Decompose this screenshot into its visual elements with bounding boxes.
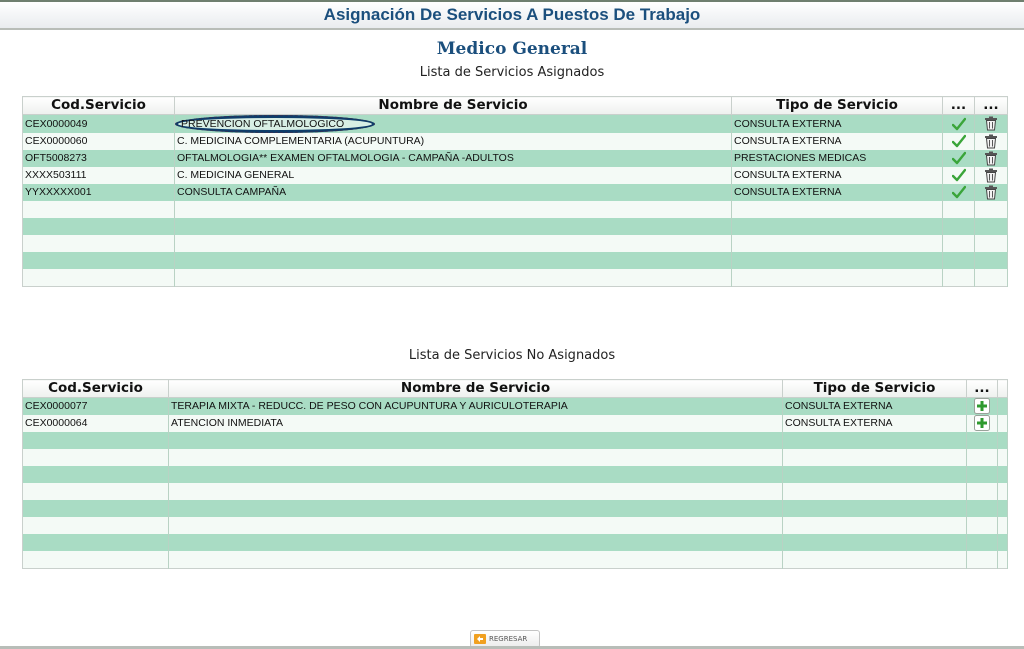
delete-cell [974,167,1008,184]
job-position-title: Medico General [436,39,588,59]
confirm-cell [942,184,975,201]
page: Asignación De Servicios A Puestos De Tra… [0,0,1024,649]
empty-row [22,517,1008,534]
empty-row [22,483,1008,500]
service-type-cell: CONSULTA EXTERNA [731,167,943,184]
add-cell [966,415,998,432]
scrollbar-gutter [997,379,1008,398]
table-row[interactable]: XXXX503111 C. MEDICINA GENERAL CONSULTA … [22,167,1008,184]
column-header-action-delete: ... [974,96,1008,115]
check-icon[interactable] [951,185,966,199]
service-code-cell: CEX0000049 [22,114,175,133]
check-icon[interactable] [951,134,966,148]
service-type-cell: CONSULTA EXTERNA [731,114,943,133]
confirm-cell [942,133,975,150]
empty-row [22,500,1008,517]
service-code-cell: CEX0000060 [22,133,175,150]
column-header-code: Cod.Servicio [22,379,169,398]
column-header-type: Tipo de Servicio [731,96,943,115]
service-name-cell[interactable]: PREVENCION OFTALMOLOGICO [174,114,732,133]
check-icon[interactable] [951,117,966,131]
add-cell [966,397,998,415]
table-row[interactable]: CEX0000064 ATENCION INMEDIATA CONSULTA E… [22,415,1008,432]
delete-cell [974,184,1008,201]
empty-row [22,235,1008,252]
service-code-cell: OFT5008273 [22,150,175,167]
service-code-cell: CEX0000077 [22,397,169,415]
service-type-cell: CONSULTA EXTERNA [782,415,967,432]
delete-cell [974,114,1008,133]
scrollbar-gutter-cell [997,415,1008,432]
empty-row [22,201,1008,218]
column-header-action-add: ... [966,379,998,398]
empty-row [22,449,1008,466]
service-type-cell: PRESTACIONES MEDICAS [731,150,943,167]
trash-icon[interactable] [984,185,998,200]
trash-icon[interactable] [984,134,998,149]
add-icon[interactable] [974,415,990,432]
table-row[interactable]: CEX0000077 TERAPIA MIXTA - REDUCC. DE PE… [22,397,1008,415]
empty-row [22,218,1008,235]
table-row[interactable]: OFT5008273 OFTALMOLOGIA** EXAMEN OFTALMO… [22,150,1008,167]
unassigned-header-row: Cod.Servicio Nombre de Servicio Tipo de … [22,379,1008,398]
back-arrow-icon [474,634,486,644]
page-title: Asignación De Servicios A Puestos De Tra… [323,5,701,24]
empty-row [22,269,1008,287]
unassigned-list-caption: Lista de Servicios No Asignados [408,348,616,363]
assigned-header-row: Cod.Servicio Nombre de Servicio Tipo de … [22,96,1008,115]
empty-row [22,551,1008,569]
scrollbar-gutter-cell [997,397,1008,415]
service-code-cell: CEX0000064 [22,415,169,432]
check-icon[interactable] [951,168,966,182]
assigned-list-caption: Lista de Servicios Asignados [419,65,605,80]
table-row[interactable]: CEX0000049 PREVENCION OFTALMOLOGICO CONS… [22,114,1008,133]
empty-row [22,534,1008,551]
service-name-cell: CONSULTA CAMPAÑA [174,184,732,201]
column-header-code: Cod.Servicio [22,96,175,115]
header-bar: Asignación De Servicios A Puestos De Tra… [0,0,1024,30]
confirm-cell [942,167,975,184]
service-name-cell: C. MEDICINA GENERAL [174,167,732,184]
column-header-name: Nombre de Servicio [174,96,732,115]
service-name-cell: ATENCION INMEDIATA [168,415,783,432]
empty-row [22,252,1008,269]
service-code-cell: XXXX503111 [22,167,175,184]
service-name-cell: OFTALMOLOGIA** EXAMEN OFTALMOLOGIA - CAM… [174,150,732,167]
column-header-action-confirm: ... [942,96,975,115]
back-button-label: REGRESAR [489,635,528,643]
confirm-cell [942,114,975,133]
confirm-cell [942,150,975,167]
selected-service-name[interactable]: PREVENCION OFTALMOLOGICO [175,115,376,133]
table-row[interactable]: CEX0000060 C. MEDICINA COMPLEMENTARIA (A… [22,133,1008,150]
empty-row [22,432,1008,449]
table-row[interactable]: YYXXXXX001 CONSULTA CAMPAÑA CONSULTA EXT… [22,184,1008,201]
trash-icon[interactable] [984,151,998,166]
trash-icon[interactable] [984,116,998,131]
service-name-cell: C. MEDICINA COMPLEMENTARIA (ACUPUNTURA) [174,133,732,150]
delete-cell [974,150,1008,167]
trash-icon[interactable] [984,168,998,183]
check-icon[interactable] [951,151,966,165]
unassigned-services-table: Cod.Servicio Nombre de Servicio Tipo de … [22,379,1008,569]
service-type-cell: CONSULTA EXTERNA [782,397,967,415]
service-type-cell: CONSULTA EXTERNA [731,133,943,150]
empty-row [22,466,1008,483]
service-type-cell: CONSULTA EXTERNA [731,184,943,201]
delete-cell [974,133,1008,150]
service-name-cell: TERAPIA MIXTA - REDUCC. DE PESO CON ACUP… [168,397,783,415]
column-header-name: Nombre de Servicio [168,379,783,398]
service-code-cell: YYXXXXX001 [22,184,175,201]
assigned-services-table: Cod.Servicio Nombre de Servicio Tipo de … [22,96,1008,287]
column-header-type: Tipo de Servicio [782,379,967,398]
add-icon[interactable] [974,398,990,415]
